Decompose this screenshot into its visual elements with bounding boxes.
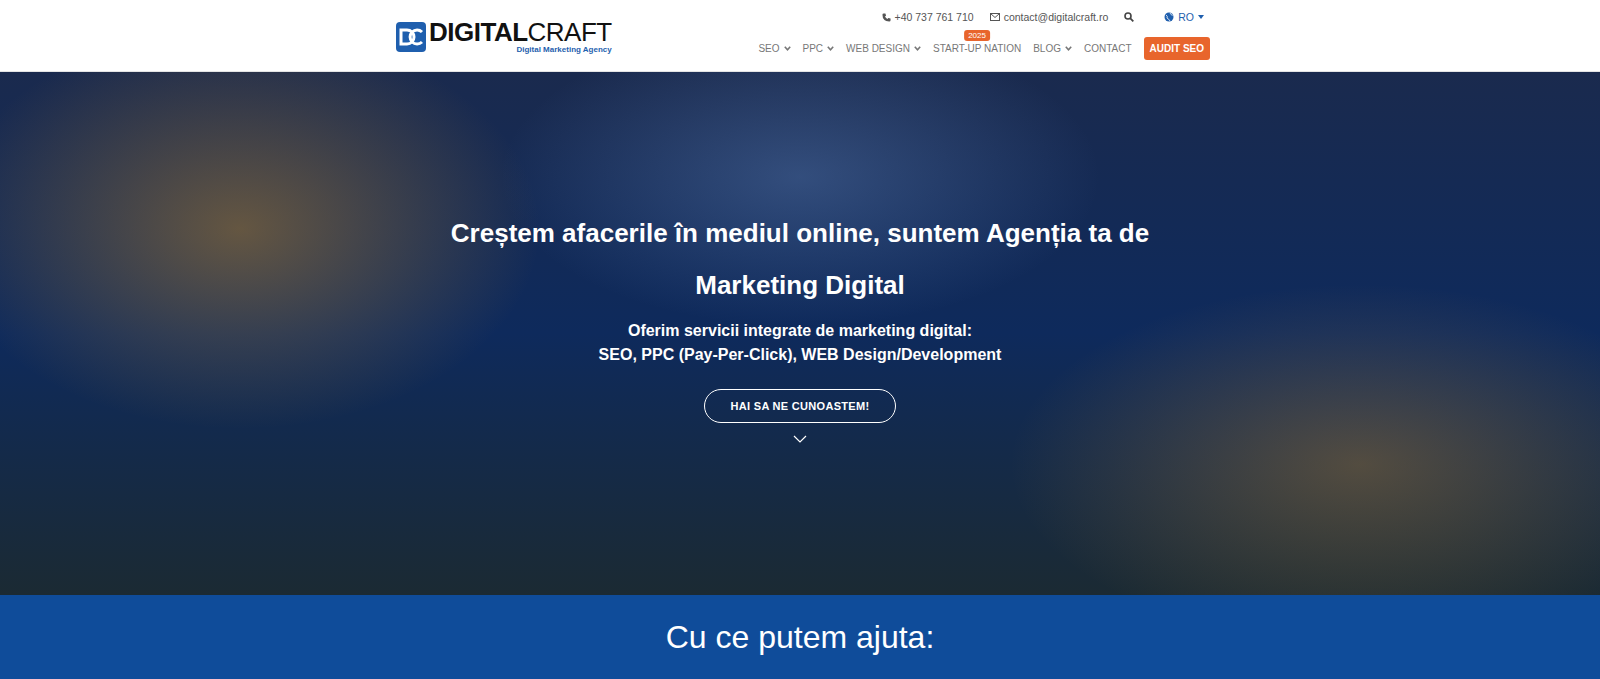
main-nav: SEO PPC WEB DESIGN 2025 START-UP NATION … [758,37,1210,60]
envelope-icon [990,13,1000,21]
services-title: Cu ce putem ajuta: [666,617,935,679]
nav-item[interactable]: BLOG [1033,43,1072,54]
services-section: Cu ce putem ajuta: [0,595,1600,679]
phone-link[interactable]: +40 737 761 710 [882,11,974,23]
search-icon [1124,12,1134,22]
logo-tagline: Digital Marketing Agency [429,45,612,54]
nav-item[interactable]: PPC [803,43,835,54]
email-link[interactable]: contact@digitalcraft.ro [990,11,1109,23]
nav-item[interactable]: SEO [758,43,790,54]
nav-item[interactable]: CONTACT [1084,43,1132,54]
page: DIGITALCRAFT Digital Marketing Agency +4… [0,0,1600,679]
chevron-down-icon [1065,46,1072,51]
globe-icon [1164,12,1174,22]
logo-icon [396,22,426,52]
chevron-down-icon [784,46,791,51]
hero-section: Creștem afacerile în mediul online, sunt… [0,72,1600,595]
contact-bar: +40 737 761 710 contact@digitalcraft.ro … [882,11,1205,23]
nav-item[interactable]: WEB DESIGN [846,43,921,54]
chevron-down-icon [827,46,834,51]
logo[interactable]: DIGITALCRAFT Digital Marketing Agency [396,19,612,54]
hero-subtitle: Oferim servicii integrate de marketing d… [599,319,1002,367]
audit-seo-button[interactable]: AUDIT SEO [1144,37,1210,60]
language-selector[interactable]: RO [1164,11,1204,23]
nav-badge: 2025 [964,30,990,41]
logo-wordmark: DIGITALCRAFT [429,19,612,45]
phone-icon [882,13,891,22]
chevron-down-icon [914,46,921,51]
caret-icon [1198,15,1204,19]
site-header: DIGITALCRAFT Digital Marketing Agency +4… [0,0,1600,72]
hero-title: Creștem afacerile în mediul online, sunt… [450,207,1150,311]
contact-us-button[interactable]: HAI SA NE CUNOASTEM! [704,389,897,423]
search-button[interactable] [1124,12,1134,22]
scroll-down-icon[interactable] [793,435,807,443]
nav-item[interactable]: 2025 START-UP NATION [933,43,1021,54]
